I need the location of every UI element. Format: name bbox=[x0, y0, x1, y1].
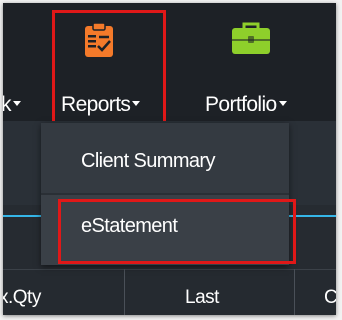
column-header-last[interactable]: Last bbox=[185, 288, 219, 307]
nav-item-truncated[interactable]: k bbox=[3, 94, 21, 115]
reports-highlight-box bbox=[52, 10, 166, 126]
column-header-truncated[interactable]: C bbox=[324, 288, 336, 307]
accent-divider bbox=[289, 215, 336, 217]
chevron-down-icon bbox=[278, 100, 287, 106]
menu-item-label: Client Summary bbox=[81, 150, 215, 172]
grid-header bbox=[3, 269, 336, 315]
top-navigation: k Reports Portfolio bbox=[3, 3, 336, 126]
app-window: k Reports Portfolio x.Qty Last C Client … bbox=[3, 3, 336, 315]
briefcase-icon[interactable] bbox=[232, 22, 270, 54]
estatement-highlight-box bbox=[58, 199, 296, 264]
column-separator bbox=[124, 269, 125, 315]
nav-item-portfolio[interactable]: Portfolio bbox=[205, 94, 287, 115]
nav-item-label: k bbox=[3, 93, 12, 116]
column-separator bbox=[294, 269, 295, 315]
column-header-qty[interactable]: x.Qty bbox=[3, 288, 41, 307]
nav-item-label: Portfolio bbox=[205, 93, 277, 116]
accent-divider bbox=[3, 215, 41, 217]
menu-item-client-summary[interactable]: Client Summary bbox=[41, 123, 289, 193]
chevron-down-icon bbox=[12, 100, 21, 106]
